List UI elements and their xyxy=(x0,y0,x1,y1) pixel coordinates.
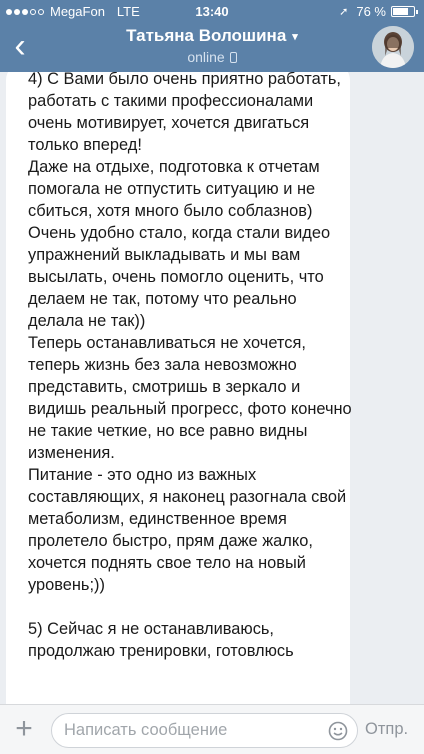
emoji-button[interactable] xyxy=(328,721,348,741)
status-right: ➚ 76 % xyxy=(339,4,418,19)
attach-button[interactable]: + xyxy=(8,713,40,745)
battery-cap xyxy=(416,9,418,14)
plus-icon: + xyxy=(15,712,33,745)
composer-bar: + Отпр. xyxy=(0,704,424,754)
battery-icon xyxy=(391,6,415,17)
online-status-row: online xyxy=(187,49,237,65)
chevron-left-icon: ‹ xyxy=(14,27,26,65)
mobile-phone-icon xyxy=(229,51,237,63)
smiley-icon xyxy=(328,721,348,741)
contact-name: Татьяна Волошина xyxy=(126,26,287,45)
chat-area[interactable]: 4) С Вами было очень приятно работать, р… xyxy=(0,72,424,704)
message-text: 4) С Вами было очень приятно работать, р… xyxy=(28,72,352,660)
send-button[interactable]: Отпр. xyxy=(365,720,408,739)
location-arrow-icon: ➚ xyxy=(339,6,349,18)
battery-percent: 76 % xyxy=(356,4,386,19)
online-status: online xyxy=(187,49,225,65)
contact-name-row: Татьяна Волошина ▾ xyxy=(126,26,298,46)
message-input[interactable] xyxy=(51,713,358,748)
chat-title[interactable]: Татьяна Волошина ▾ online xyxy=(90,26,334,67)
message-bubble: 4) С Вами было очень приятно работать, р… xyxy=(6,72,352,704)
back-button[interactable]: ‹ xyxy=(2,26,38,66)
top-bar: MegaFon LTE 13:40 ➚ 76 % ‹ Татьяна Волош… xyxy=(0,0,424,72)
status-bar: MegaFon LTE 13:40 ➚ 76 % xyxy=(0,0,424,24)
chevron-down-icon: ▾ xyxy=(292,30,298,43)
avatar[interactable] xyxy=(372,26,414,68)
battery-fill xyxy=(393,8,409,15)
avatar-photo-icon xyxy=(372,26,414,68)
